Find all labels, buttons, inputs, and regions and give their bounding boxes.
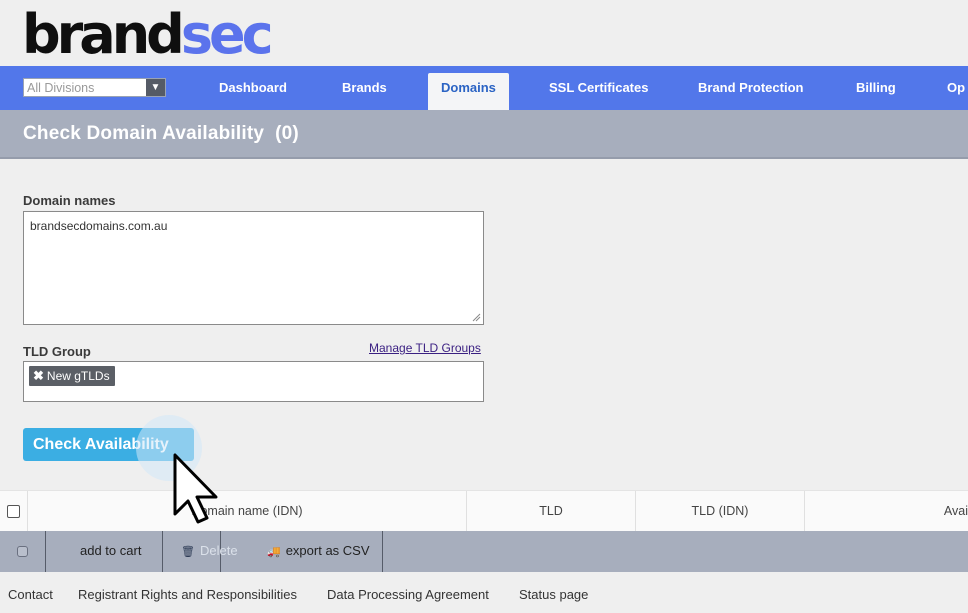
manage-tld-groups-link[interactable]: Manage TLD Groups	[369, 341, 481, 355]
remove-chip-icon[interactable]: ✖	[33, 368, 44, 384]
domain-names-label: Domain names	[23, 193, 116, 208]
truck-icon: 🚚	[267, 546, 281, 558]
trash-icon: 🗑	[181, 546, 195, 558]
results-table-header: Domain name (IDN) TLD TLD (IDN) Avai	[0, 490, 968, 532]
main-navbar: All Divisions ▼ Dashboard Brands Domains…	[0, 66, 968, 110]
column-availability[interactable]: Avai	[805, 491, 968, 532]
column-tld-idn[interactable]: TLD (IDN)	[636, 491, 805, 532]
nav-billing[interactable]: Billing	[856, 66, 896, 110]
logo-text-brand: brand	[22, 3, 185, 66]
select-all-checkbox[interactable]	[7, 505, 20, 518]
footer-data-processing-link[interactable]: Data Processing Agreement	[327, 587, 489, 602]
nav-op[interactable]: Op	[947, 66, 965, 110]
tld-group-field[interactable]: ✖ New gTLDs	[23, 361, 484, 402]
resize-grip-icon[interactable]	[472, 313, 481, 322]
footer-registrant-rights-link[interactable]: Registrant Rights and Responsibilities	[78, 587, 297, 602]
nav-brand-protection[interactable]: Brand Protection	[698, 66, 803, 110]
section-header: Check Domain Availability (0)	[0, 110, 968, 159]
page-title: Check Domain Availability (0)	[23, 123, 299, 145]
column-tld[interactable]: TLD	[467, 491, 636, 532]
export-csv-button[interactable]: 🚚 export as CSV	[221, 531, 383, 572]
dropdown-arrow-icon[interactable]: ▼	[146, 79, 165, 96]
tld-chip-label: New gTLDs	[46, 369, 110, 383]
delete-button[interactable]: 🗑 Delete	[163, 531, 238, 572]
footer-status-page-link[interactable]: Status page	[519, 587, 588, 602]
footer-contact-link[interactable]: Contact	[8, 587, 53, 602]
page-title-text: Check Domain Availability	[23, 123, 265, 144]
add-to-cart-button[interactable]: add to cart	[46, 531, 163, 572]
result-count: (0)	[275, 123, 299, 144]
brandsec-logo[interactable]: brand sec	[22, 2, 274, 66]
nav-ssl-certificates[interactable]: SSL Certificates	[549, 66, 648, 110]
domain-names-textarea[interactable]: brandsecdomains.com.au	[23, 211, 484, 325]
bulk-action-bar: add to cart 🗑 Delete 🚚 export as CSV	[0, 531, 968, 572]
division-select-value: All Divisions	[27, 81, 95, 95]
column-domain-name-idn[interactable]: Domain name (IDN)	[28, 491, 467, 532]
domain-names-value: brandsecdomains.com.au	[30, 219, 168, 233]
logo-text-sec: sec	[180, 3, 274, 66]
bulk-select-checkbox[interactable]	[17, 546, 28, 557]
tld-group-label: TLD Group	[23, 344, 91, 359]
tld-chip: ✖ New gTLDs	[29, 366, 115, 386]
select-all-cell	[0, 491, 28, 532]
export-label: export as CSV	[285, 543, 370, 558]
nav-dashboard[interactable]: Dashboard	[219, 66, 287, 110]
nav-brands[interactable]: Brands	[342, 66, 387, 110]
division-select[interactable]: All Divisions ▼	[23, 78, 166, 97]
mouse-cursor-icon	[173, 453, 218, 524]
nav-domains[interactable]: Domains	[428, 73, 509, 110]
bulk-select-cell	[0, 531, 46, 572]
